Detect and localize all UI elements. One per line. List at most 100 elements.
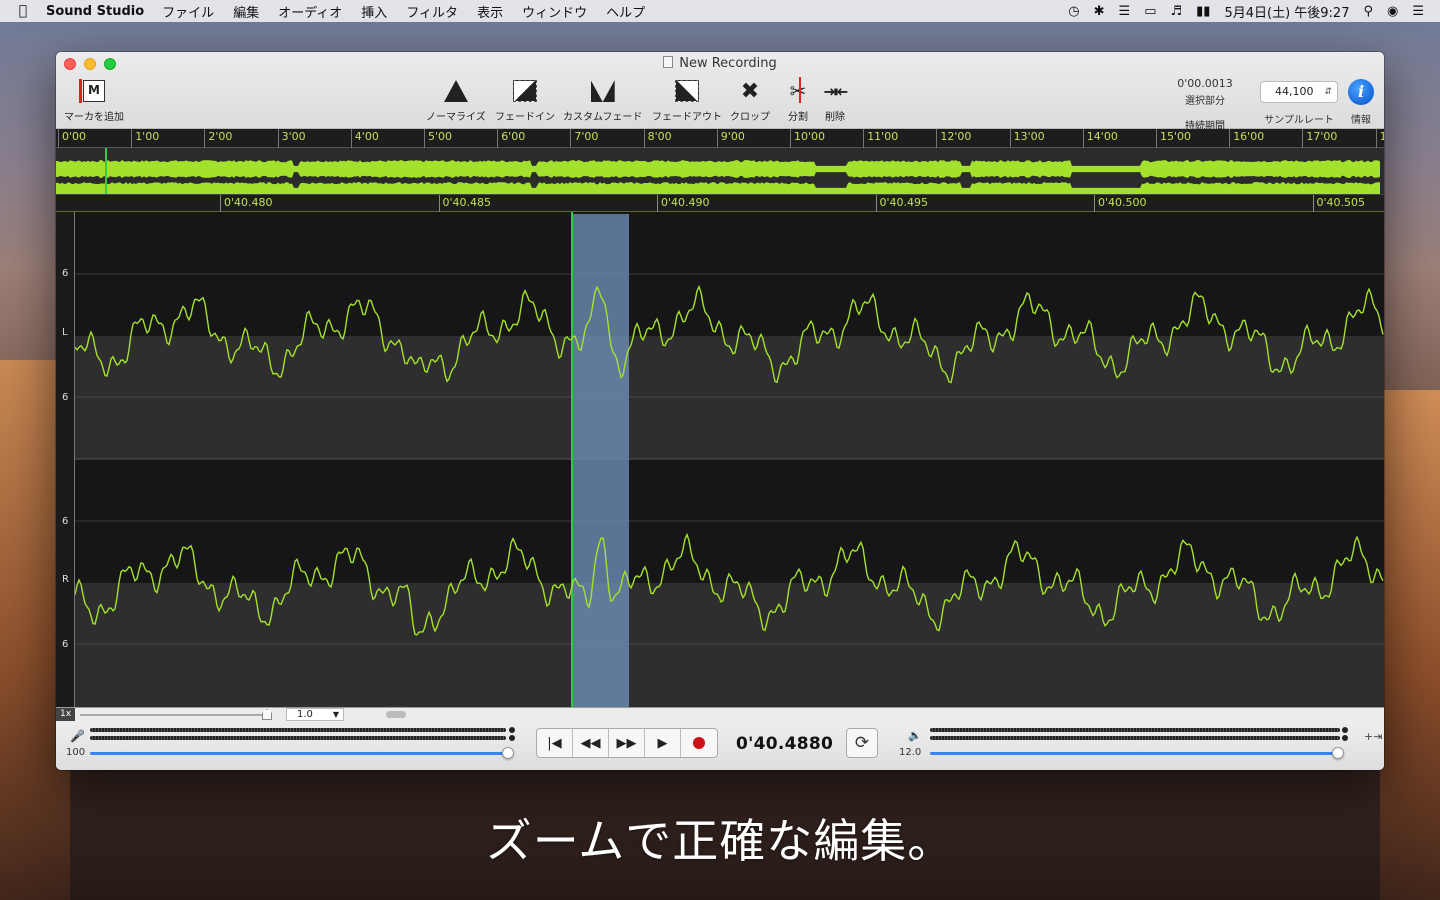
volume-icon[interactable]: ♬	[1170, 4, 1182, 19]
info-icon[interactable]: i	[1348, 79, 1374, 105]
siri-icon[interactable]: ◉	[1387, 4, 1398, 19]
wifi-icon[interactable]: ☰	[1119, 4, 1131, 19]
zoom-ruler-tick: 0'40.505	[1312, 195, 1365, 212]
menu-help[interactable]: ヘルプ	[606, 2, 645, 21]
zoom-ruler-tick: 0'40.480	[220, 195, 273, 212]
input-level-meter-left	[90, 728, 506, 732]
record-button[interactable]	[681, 729, 717, 757]
loop-button[interactable]: ⟳	[846, 728, 878, 758]
overview-ruler-tick: 9'00	[716, 129, 745, 148]
expand-panel-icon[interactable]: +⇥	[1364, 730, 1382, 743]
overview-ruler-tick: 3'00	[277, 129, 306, 148]
input-peak-indicator	[509, 735, 515, 741]
menu-view[interactable]: 表示	[477, 2, 503, 21]
overview-ruler-tick: 2'00	[204, 129, 232, 148]
rewind-icon: ◀◀	[580, 735, 601, 751]
split-button[interactable]: ✂ 分割	[783, 77, 813, 123]
menu-edit[interactable]: 編集	[233, 2, 259, 21]
normalize-label: ノーマライズ	[426, 112, 486, 123]
zoom-ruler-tick: 0'40.485	[438, 195, 491, 212]
loop-icon: ⟳	[854, 733, 870, 753]
delete-button[interactable]: ⇥⇤ 削除	[820, 78, 850, 124]
playhead-line	[571, 212, 573, 707]
overview-ruler-tick: 1'00	[131, 129, 159, 148]
normalize-button[interactable]: ノーマライズ	[426, 78, 486, 123]
go-to-start-button[interactable]: |◀	[537, 729, 573, 757]
zoom-1x-button[interactable]: 1x	[56, 708, 75, 721]
input-volume-slider[interactable]	[90, 752, 510, 755]
input-level-meter-right	[90, 736, 506, 740]
spotlight-icon[interactable]: ⚲	[1363, 4, 1373, 19]
overview-ruler-tick: 6'00	[497, 129, 525, 148]
battery-icon[interactable]: ▮▮	[1196, 4, 1210, 19]
chevron-down-icon: ▼	[332, 710, 339, 719]
airplay-icon[interactable]: ▭	[1144, 4, 1156, 19]
menu-audio[interactable]: オーディオ	[278, 2, 342, 21]
normalize-icon	[443, 80, 468, 102]
menu-filter[interactable]: フィルタ	[406, 2, 458, 21]
delete-label: 削除	[825, 112, 845, 123]
horizontal-scrollbar[interactable]	[386, 711, 406, 718]
menu-app-name[interactable]: Sound Studio	[46, 4, 144, 19]
menu-clock[interactable]: 5月4日(土) 午後9:27	[1224, 2, 1349, 21]
microphone-muted-icon[interactable]: 🎤	[70, 729, 85, 743]
sample-rate-select[interactable]: 44,100 ⇵	[1260, 81, 1338, 103]
overview-time-ruler[interactable]: 0'00 1'00 2'00 3'00 4'00 5'00 6'00 7'00 8'00 9'00…	[56, 129, 1384, 148]
rewind-button[interactable]: ◀◀	[573, 729, 609, 757]
overview-ruler-tick: 0'00	[58, 129, 86, 148]
overview-ruler-tick: 5'00	[424, 129, 452, 148]
overview-ruler-tick: 7'00	[570, 129, 598, 148]
custom-fade-button[interactable]: カスタムフェード	[563, 78, 642, 123]
speaker-icon[interactable]: 🔈	[908, 729, 922, 742]
marker-icon: M	[79, 79, 105, 103]
sample-rate-caption: サンプルレート	[1264, 115, 1334, 126]
output-peak-indicator	[1342, 727, 1348, 733]
crop-button[interactable]: ✖ クロップ	[730, 78, 770, 124]
info-caption: 情報	[1351, 115, 1371, 126]
input-volume-knob[interactable]	[502, 747, 514, 759]
fade-in-button[interactable]: フェードイン	[495, 78, 555, 123]
split-label: 分割	[788, 112, 808, 123]
db-label: 6	[62, 268, 69, 279]
transport-controls: |◀ ◀◀ ▶▶ ▶	[536, 728, 718, 758]
playback-speed-select[interactable]: 1.0 ▼	[286, 708, 344, 721]
zoom-time-ruler[interactable]: 0'40.480 0'40.485 0'40.490 0'40.495 0'40.500…	[56, 194, 1384, 212]
selection-label: 選択部分	[1185, 96, 1225, 107]
transport-bar: 🎤 100 |◀ ◀◀ ▶▶ ▶ 0'40.4880 ⟳ 🔈 12.0 +⇥	[56, 721, 1384, 770]
overview-left-channel	[56, 160, 1380, 178]
playhead-time: 0'40.4880	[736, 734, 834, 754]
zoom-slider-track[interactable]	[80, 714, 270, 716]
fade-in-icon	[513, 80, 537, 102]
add-marker-button[interactable]: M マーカを追加	[64, 78, 124, 123]
menu-insert[interactable]: 挿入	[361, 2, 387, 21]
fade-out-button[interactable]: フェードアウト	[652, 78, 722, 123]
right-channel-label: R	[62, 574, 69, 585]
waveform-editor[interactable]: 6 L 6 6 R 6	[56, 212, 1384, 707]
menu-window[interactable]: ウィンドウ	[522, 2, 587, 21]
output-peak-indicator	[1342, 735, 1348, 741]
overview-ruler-tick: 13'00	[1009, 129, 1045, 148]
time-machine-icon[interactable]: ◷	[1068, 4, 1079, 19]
play-button[interactable]: ▶	[645, 729, 681, 757]
right-channel-lower-band	[75, 583, 1384, 707]
selection-value: 0'00.0013	[1177, 77, 1233, 90]
bluetooth-icon[interactable]: ✱	[1094, 4, 1105, 19]
output-volume-slider[interactable]	[930, 752, 1340, 755]
apple-menu-icon[interactable]: 	[0, 3, 46, 19]
crop-label: クロップ	[730, 112, 770, 123]
channel-waveforms[interactable]	[56, 212, 1384, 707]
custom-fade-label: カスタムフェード	[563, 112, 643, 123]
left-channel-label: L	[62, 327, 68, 338]
output-volume-knob[interactable]	[1332, 747, 1344, 759]
zoom-slider-knob[interactable]	[262, 709, 272, 720]
db-label: 6	[62, 392, 69, 403]
title-bar: New Recording M マーカを追加 ノーマライズ フェードイン カスタ…	[56, 52, 1384, 132]
menu-file[interactable]: ファイル	[162, 2, 214, 21]
output-level-value: 12.0	[899, 747, 922, 758]
fast-forward-button[interactable]: ▶▶	[609, 729, 645, 757]
document-icon	[663, 56, 674, 68]
record-icon	[693, 737, 705, 749]
overview-ruler-tick: 12'00	[936, 129, 971, 148]
custom-fade-icon	[590, 80, 615, 102]
notification-center-icon[interactable]: ☰	[1412, 4, 1424, 19]
